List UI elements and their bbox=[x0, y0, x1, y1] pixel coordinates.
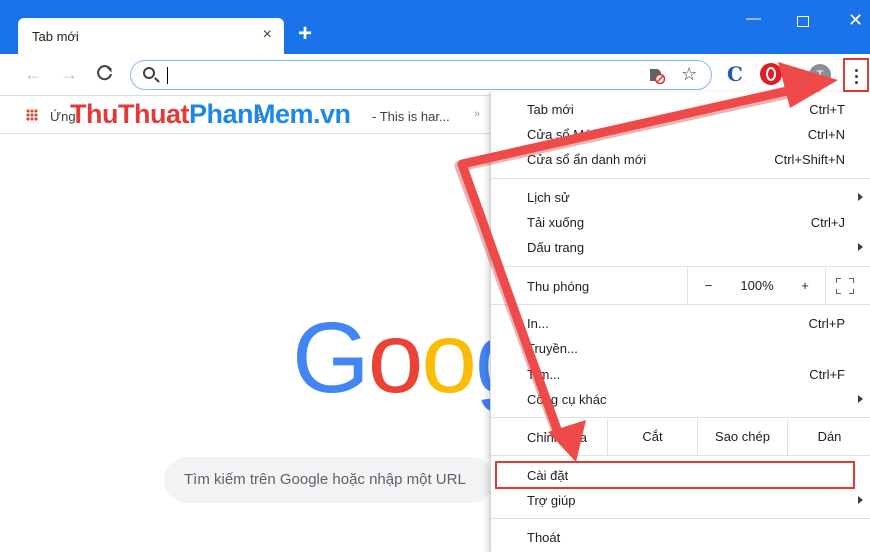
maximize-icon[interactable] bbox=[797, 16, 809, 27]
menu-item-shortcut: Ctrl+N bbox=[807, 127, 845, 142]
more-menu-button[interactable] bbox=[843, 58, 869, 92]
forward-arrow-icon[interactable]: → bbox=[60, 64, 78, 84]
submenu-arrow-icon bbox=[858, 243, 863, 251]
fullscreen-button[interactable] bbox=[825, 268, 870, 304]
bookmark-star-icon[interactable]: ☆ bbox=[681, 64, 697, 85]
zoom-in-button[interactable]: + bbox=[785, 268, 825, 304]
fullscreen-corner bbox=[836, 278, 841, 283]
menu-item-find[interactable]: Tìm... Ctrl+F bbox=[491, 362, 870, 387]
search-icon bbox=[143, 67, 155, 79]
copy-button[interactable]: Sao chép bbox=[697, 419, 787, 455]
menu-divider bbox=[491, 455, 870, 456]
menu-item-label: Lịch sử bbox=[527, 190, 570, 205]
close-window-icon[interactable]: ✕ bbox=[848, 10, 863, 31]
blocked-content-icon[interactable] bbox=[647, 66, 666, 88]
paste-button[interactable]: Dán bbox=[787, 419, 870, 455]
submenu-arrow-icon bbox=[858, 496, 863, 504]
settings-highlight-box bbox=[495, 461, 855, 489]
menu-zoom-row: Thu phóng − 100% + bbox=[491, 268, 870, 304]
menu-item-history[interactable]: Lịch sử bbox=[491, 185, 870, 210]
menu-item-label: In... bbox=[527, 316, 549, 331]
logo-letter: G bbox=[292, 302, 370, 414]
watermark-logo: ThuThuatPhanMem.vn bbox=[70, 99, 351, 130]
fullscreen-icon bbox=[836, 278, 854, 294]
menu-item-cast[interactable]: Truyền... bbox=[491, 336, 870, 361]
menu-dot bbox=[855, 69, 858, 72]
watermark-part: PhanMem bbox=[188, 99, 314, 129]
text-caret bbox=[167, 67, 168, 84]
menu-item-more-tools[interactable]: Công cụ khác bbox=[491, 387, 870, 412]
back-arrow-icon[interactable]: ← bbox=[24, 64, 42, 84]
menu-item-label: Cửa sổ Mới bbox=[527, 127, 596, 142]
zoom-level: 100% bbox=[740, 278, 774, 293]
menu-item-new-window[interactable]: Cửa sổ Mới Ctrl+N bbox=[491, 122, 870, 147]
menu-item-label: Thoát bbox=[527, 530, 561, 545]
minimize-icon[interactable]: — bbox=[746, 10, 761, 27]
fullscreen-corner bbox=[849, 289, 854, 294]
menu-item-bookmarks[interactable]: Dấu trang bbox=[491, 235, 870, 260]
watermark-part: .vn bbox=[313, 99, 351, 129]
fullscreen-corner bbox=[849, 278, 854, 283]
menu-item-help[interactable]: Trợ giúp bbox=[491, 488, 870, 513]
menu-item-label: Chỉnh sửa bbox=[527, 430, 588, 445]
menu-item-label: Cửa sổ ẩn danh mới bbox=[527, 152, 647, 167]
menu-item-print[interactable]: In... Ctrl+P bbox=[491, 311, 870, 336]
menu-divider bbox=[491, 518, 870, 519]
menu-item-label: Dấu trang bbox=[527, 240, 585, 255]
menu-item-label: Trợ giúp bbox=[527, 493, 576, 508]
logo-letter: o bbox=[421, 302, 477, 414]
new-tab-button[interactable]: + bbox=[298, 22, 312, 46]
submenu-arrow-icon bbox=[858, 395, 863, 403]
menu-item-label: Truyền... bbox=[527, 341, 578, 356]
menu-item-label: Công cụ khác bbox=[527, 392, 607, 407]
menu-dot bbox=[855, 81, 858, 84]
menu-item-shortcut: Ctrl+Shift+N bbox=[774, 152, 845, 167]
avatar[interactable]: T bbox=[809, 64, 831, 86]
reload-icon[interactable] bbox=[96, 64, 114, 87]
menu-divider bbox=[491, 266, 870, 267]
logo-letter: o bbox=[367, 302, 424, 414]
tab-title: Tab mới bbox=[32, 29, 79, 44]
bookmarks-overflow-icon[interactable]: » bbox=[474, 108, 480, 120]
tab-new-tab[interactable]: Tab mới × bbox=[18, 18, 284, 54]
toolbar: ← → ☆ C T bbox=[0, 54, 870, 96]
menu-divider bbox=[491, 304, 870, 305]
menu-item-downloads[interactable]: Tải xuống Ctrl+J bbox=[491, 210, 870, 235]
menu-item-shortcut: Ctrl+F bbox=[809, 367, 845, 382]
menu-dot bbox=[855, 75, 858, 78]
menu-item-shortcut: Ctrl+J bbox=[810, 215, 845, 230]
google-search-box[interactable]: Tìm kiếm trên Google hoặc nhập một URL bbox=[164, 457, 494, 503]
chrome-menu: Tab mới Ctrl+T Cửa sổ Mới Ctrl+N Cửa sổ … bbox=[490, 92, 870, 552]
extension-opera-icon[interactable] bbox=[760, 63, 782, 85]
menu-item-new-tab[interactable]: Tab mới Ctrl+T bbox=[491, 97, 870, 122]
menu-divider bbox=[491, 417, 870, 418]
menu-item-label: Tìm... bbox=[527, 367, 561, 382]
tab-close-icon[interactable]: × bbox=[263, 26, 272, 44]
menu-item-label: Tab mới bbox=[527, 102, 574, 117]
title-bar: Tab mới × + — ✕ bbox=[0, 0, 870, 54]
menu-item-shortcut: Ctrl+P bbox=[808, 316, 845, 331]
menu-item-shortcut: Ctrl+T bbox=[809, 102, 845, 117]
cut-button[interactable]: Cắt bbox=[607, 419, 697, 455]
fullscreen-corner bbox=[836, 289, 841, 294]
menu-divider bbox=[491, 178, 870, 179]
apps-grid-icon[interactable] bbox=[26, 109, 38, 121]
address-bar[interactable]: ☆ bbox=[130, 60, 712, 90]
extension-c-icon[interactable]: C bbox=[727, 62, 743, 86]
reload-glyph bbox=[97, 65, 112, 81]
submenu-arrow-icon bbox=[858, 193, 863, 201]
menu-item-exit[interactable]: Thoát bbox=[491, 525, 870, 550]
search-placeholder: Tìm kiếm trên Google hoặc nhập một URL bbox=[184, 471, 466, 488]
menu-item-incognito[interactable]: Cửa sổ ẩn danh mới Ctrl+Shift+N bbox=[491, 147, 870, 172]
menu-item-label: Tải xuống bbox=[527, 215, 585, 230]
menu-edit-row: Chỉnh sửa Cắt Sao chép Dán bbox=[491, 419, 870, 455]
watermark-part: ThuThuat bbox=[70, 99, 189, 129]
zoom-out-button[interactable]: − bbox=[687, 268, 729, 304]
toolbar-divider bbox=[795, 66, 796, 86]
bookmark-item[interactable]: - This is har... bbox=[372, 109, 450, 124]
menu-item-label: Thu phóng bbox=[527, 279, 590, 294]
blocked-glyph bbox=[650, 69, 666, 85]
